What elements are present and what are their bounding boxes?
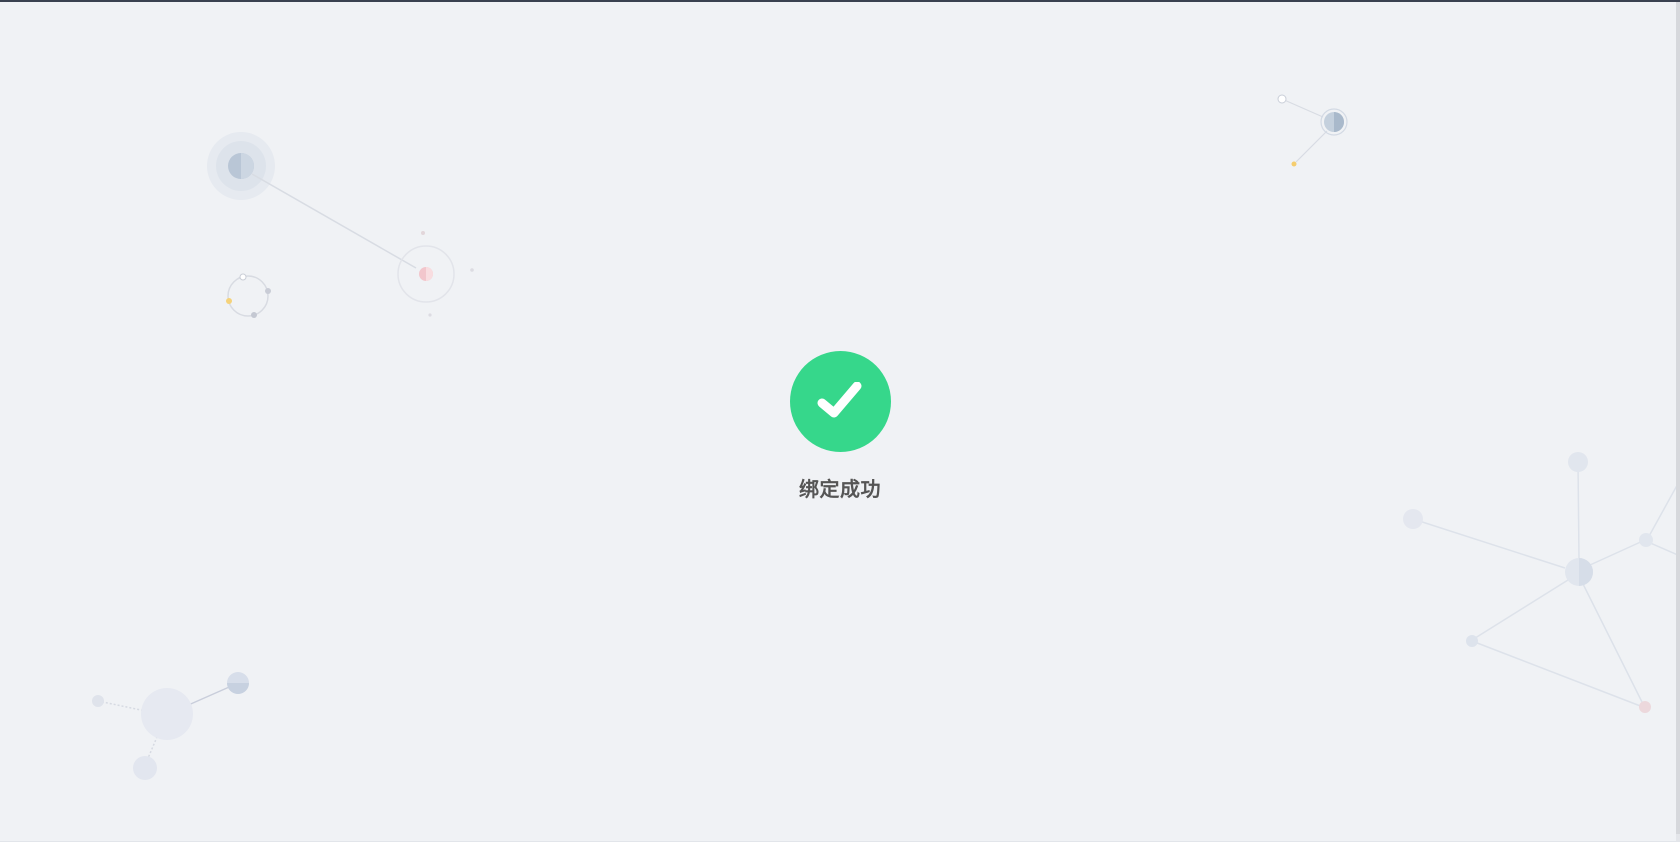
- decor-molecule-bottom-right: [1403, 452, 1680, 713]
- decor-ring-molecule: [226, 273, 271, 318]
- result-panel: 绑定成功: [740, 351, 940, 502]
- result-title: 绑定成功: [799, 477, 881, 501]
- decor-molecule-top-right: [1277, 94, 1348, 167]
- bind-result-page: 绑定成功: [0, 0, 1680, 842]
- check-circle-icon: [789, 351, 891, 452]
- checkmark-icon: [817, 381, 862, 417]
- vertical-scrollbar[interactable]: [1676, 2, 1680, 842]
- scrollbar-thumb[interactable]: [1676, 2, 1680, 834]
- decor-molecule-bottom-left: [92, 672, 249, 780]
- decor-molecule-top-left: [207, 132, 474, 317]
